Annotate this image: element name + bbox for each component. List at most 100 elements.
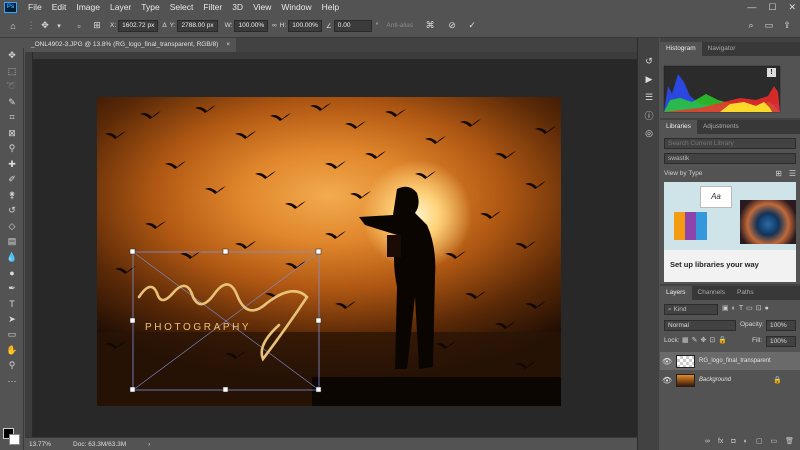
brush-tool-icon[interactable]: ✐ bbox=[0, 172, 24, 188]
menu-edit[interactable]: Edit bbox=[47, 2, 72, 12]
minimize-button[interactable]: — bbox=[747, 0, 756, 14]
link-icon[interactable]: ∞ bbox=[272, 22, 277, 29]
antialias-label[interactable]: Anti-alias bbox=[386, 22, 413, 29]
path-selection-tool-icon[interactable]: ➤ bbox=[0, 312, 24, 328]
home-icon[interactable]: ⌂ bbox=[6, 21, 20, 31]
eyedropper-tool-icon[interactable]: ⚲ bbox=[0, 141, 24, 157]
commit-transform-icon[interactable]: ✓ bbox=[465, 20, 479, 31]
tab-libraries[interactable]: Libraries bbox=[660, 120, 697, 134]
menu-type[interactable]: Type bbox=[136, 2, 164, 12]
eye-icon[interactable]: 👁 bbox=[660, 357, 674, 366]
more-tools-icon[interactable]: ··· bbox=[0, 374, 24, 390]
menu-image[interactable]: Image bbox=[71, 2, 105, 12]
workspace-icon[interactable]: ▭ bbox=[762, 20, 776, 31]
libraries-promo-card[interactable]: Aa Set up libraries your way bbox=[664, 182, 796, 282]
eye-icon[interactable]: 👁 bbox=[660, 376, 674, 385]
tab-channels[interactable]: Channels bbox=[692, 286, 731, 300]
tab-histogram[interactable]: Histogram bbox=[660, 42, 702, 56]
new-layer-icon[interactable]: ▭ bbox=[770, 437, 777, 445]
move-tool-preset-icon[interactable]: ✥ bbox=[38, 20, 52, 31]
grid-view-icon[interactable]: ⊞ bbox=[775, 169, 782, 178]
document-tab[interactable]: _ONL4902-3.JPG @ 13.8% (RG_logo_final_tr… bbox=[25, 38, 237, 52]
warp-icon[interactable]: ⌘ bbox=[423, 20, 437, 31]
eraser-tool-icon[interactable]: ◇ bbox=[0, 219, 24, 235]
adjustment-layer-icon[interactable]: ◐ bbox=[744, 438, 748, 445]
tab-layers[interactable]: Layers bbox=[660, 286, 692, 300]
lock-icons[interactable]: ▦✎✥⊡🔒 bbox=[682, 336, 730, 344]
layer-row-background[interactable]: 👁 Background 🔒 bbox=[660, 371, 800, 389]
properties-icon[interactable]: ☰ bbox=[638, 88, 660, 106]
status-arrow-icon[interactable]: › bbox=[148, 441, 150, 448]
zoom-tool-icon[interactable]: ⚲ bbox=[0, 358, 24, 374]
menu-select[interactable]: Select bbox=[165, 2, 199, 12]
crop-tool-icon[interactable]: ⌗ bbox=[0, 110, 24, 126]
horizontal-ruler[interactable] bbox=[25, 52, 637, 60]
marquee-tool-icon[interactable]: ⬚ bbox=[0, 64, 24, 80]
view-by-type[interactable]: View by Type bbox=[664, 170, 702, 177]
lasso-tool-icon[interactable]: ➰ bbox=[0, 79, 24, 95]
document-image[interactable]: PHOTOGRAPHY bbox=[97, 97, 561, 406]
hand-tool-icon[interactable]: ✋ bbox=[0, 343, 24, 359]
healing-brush-tool-icon[interactable]: ✚ bbox=[0, 157, 24, 173]
blur-tool-icon[interactable]: 💧 bbox=[0, 250, 24, 266]
play-action-icon[interactable]: ▶ bbox=[638, 70, 660, 88]
chevron-down-icon[interactable]: ▾ bbox=[52, 22, 66, 30]
tab-navigator[interactable]: Navigator bbox=[702, 42, 742, 56]
info-icon[interactable]: ⓘ bbox=[638, 106, 660, 124]
dodge-tool-icon[interactable]: ● bbox=[0, 265, 24, 281]
reference-grid-icon[interactable]: ⊞ bbox=[90, 20, 104, 31]
layer-row-logo[interactable]: 👁 RG_logo_final_transparent bbox=[660, 352, 800, 370]
layer-filter-kind[interactable]: ⌕ Kind bbox=[664, 304, 718, 315]
search-icon[interactable]: ⌕ bbox=[744, 20, 758, 31]
tab-paths[interactable]: Paths bbox=[731, 286, 760, 300]
clone-stamp-tool-icon[interactable]: ⚵ bbox=[0, 188, 24, 204]
layer-filter-icons[interactable]: ▣◐T▭⊡● bbox=[722, 304, 772, 312]
menu-file[interactable]: File bbox=[23, 2, 47, 12]
menu-3d[interactable]: 3D bbox=[227, 2, 248, 12]
tab-adjustments[interactable]: Adjustments bbox=[697, 120, 745, 134]
history-icon[interactable]: ↺ bbox=[638, 52, 660, 70]
link-layers-icon[interactable]: ∞ bbox=[705, 438, 710, 445]
library-search-input[interactable]: Search Current Library bbox=[664, 138, 796, 149]
width-input[interactable]: 100.00% bbox=[234, 19, 269, 32]
tab-close-icon[interactable]: × bbox=[226, 38, 230, 52]
maximize-button[interactable]: ☐ bbox=[768, 0, 776, 14]
layer-name[interactable]: RG_logo_final_transparent bbox=[699, 358, 771, 364]
menu-view[interactable]: View bbox=[248, 2, 276, 12]
history-brush-tool-icon[interactable]: ↺ bbox=[0, 203, 24, 219]
menu-filter[interactable]: Filter bbox=[198, 2, 227, 12]
menu-layer[interactable]: Layer bbox=[105, 2, 136, 12]
blend-mode-select[interactable]: Normal bbox=[664, 320, 736, 331]
move-tool-icon[interactable]: ✥ bbox=[0, 48, 24, 64]
layer-name[interactable]: Background bbox=[699, 377, 731, 383]
vertical-ruler[interactable] bbox=[25, 52, 33, 437]
menu-help[interactable]: Help bbox=[317, 2, 344, 12]
reference-point-icon[interactable]: ▫ bbox=[72, 21, 86, 31]
rectangle-tool-icon[interactable]: ▭ bbox=[0, 327, 24, 343]
gradient-tool-icon[interactable]: ▤ bbox=[0, 234, 24, 250]
histogram-warning-icon[interactable]: ! bbox=[767, 68, 776, 77]
fill-input[interactable]: 100% bbox=[766, 336, 796, 347]
menu-window[interactable]: Window bbox=[276, 2, 316, 12]
layer-style-icon[interactable]: fx bbox=[718, 438, 723, 445]
pen-tool-icon[interactable]: ✒ bbox=[0, 281, 24, 297]
background-color[interactable] bbox=[9, 434, 20, 445]
y-input[interactable]: 2788.00 px bbox=[177, 19, 218, 32]
angle-input[interactable]: 0.00 bbox=[333, 19, 372, 32]
add-mask-icon[interactable]: ◘ bbox=[731, 438, 735, 445]
library-select[interactable]: swastik bbox=[664, 153, 796, 164]
opacity-input[interactable]: 100% bbox=[766, 320, 796, 331]
close-button[interactable]: ✕ bbox=[788, 0, 796, 14]
trash-icon[interactable]: 🗑 bbox=[785, 437, 794, 445]
type-tool-icon[interactable]: T bbox=[0, 296, 24, 312]
share-icon[interactable]: ⇪ bbox=[780, 20, 794, 31]
frame-tool-icon[interactable]: ⊠ bbox=[0, 126, 24, 142]
zoom-level[interactable]: 13.77% bbox=[29, 441, 51, 448]
cancel-transform-icon[interactable]: ⊘ bbox=[445, 20, 459, 31]
list-view-icon[interactable]: ☰ bbox=[789, 169, 796, 178]
brush-settings-icon[interactable]: ◎ bbox=[638, 124, 660, 142]
height-input[interactable]: 100.00% bbox=[288, 19, 322, 32]
color-swatches[interactable] bbox=[3, 428, 21, 446]
x-input[interactable]: 1602.72 px bbox=[118, 19, 159, 32]
quick-select-tool-icon[interactable]: ✎ bbox=[0, 95, 24, 111]
